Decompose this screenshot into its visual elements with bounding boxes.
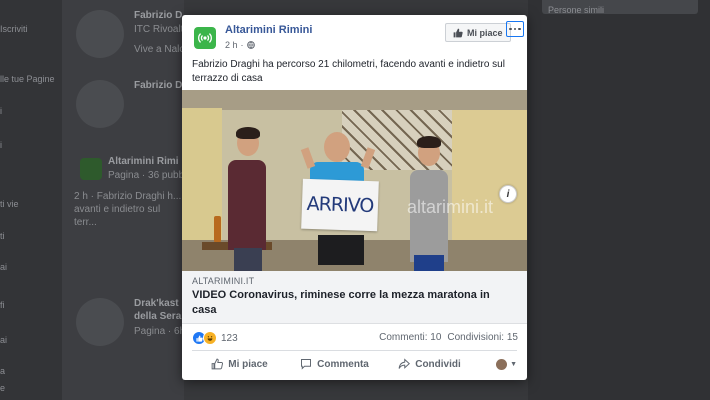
like-button-label: Mi piace <box>228 358 268 370</box>
more-options-button[interactable] <box>506 21 524 37</box>
dot-icon <box>518 27 521 31</box>
viewer-selector[interactable]: ▼ <box>477 358 517 370</box>
viewer-avatar <box>496 358 508 370</box>
meta-separator: · <box>240 40 244 50</box>
link-preview[interactable]: ALTARIMINI.IT VIDEO Coronavirus, rimines… <box>182 271 527 324</box>
sidebar-link[interactable]: ai <box>0 335 7 345</box>
person-center-head <box>324 132 350 162</box>
sidebar-link[interactable]: e <box>0 383 5 393</box>
haha-icon <box>203 331 217 345</box>
feed-post-title[interactable]: Altarimini Rimi <box>108 156 179 167</box>
feed-post-subtitle: ITC Rivoalt <box>134 24 184 35</box>
feed-column: Fabrizio D ITC Rivoalt Vive a Nalco Fabr… <box>62 0 190 400</box>
sidebar-link[interactable]: fi <box>0 300 5 310</box>
avatar[interactable] <box>76 298 124 346</box>
avatar[interactable] <box>76 80 124 128</box>
page-name[interactable]: Altarimini Rimini <box>225 24 312 36</box>
arrivo-sign: ARRIVO <box>301 178 379 232</box>
right-search-label: Persone simili <box>548 5 605 15</box>
like-page-label: Mi piace <box>467 27 503 38</box>
globe-icon[interactable] <box>246 41 255 49</box>
post-caption: Fabrizio Draghi ha percorso 21 chilometr… <box>192 59 505 84</box>
person-right-shorts <box>414 255 444 271</box>
thumbs-up-icon <box>211 358 224 370</box>
person-center-shorts <box>318 235 364 265</box>
dot-icon <box>513 27 517 31</box>
page-logo[interactable] <box>194 27 216 49</box>
left-sidebar: Iscriviti lle tue Pagine i i ti vie ti a… <box>0 0 62 400</box>
person-right-hair <box>417 136 441 148</box>
sidebar-link[interactable]: a <box>0 366 5 376</box>
reaction-count: 123 <box>221 332 238 344</box>
feed-post-title[interactable]: Fabrizio D <box>134 80 182 91</box>
sidebar-link[interactable]: lle tue Pagine <box>0 74 55 84</box>
reaction-summary[interactable]: 123 <box>192 331 238 345</box>
sidebar-link[interactable]: i <box>0 106 2 116</box>
post-video-thumbnail[interactable]: ARRIVO altarimini.it <box>182 90 527 271</box>
share-button[interactable]: Condividi <box>382 358 477 370</box>
feed-post-title[interactable]: Drak'kast <box>134 298 179 309</box>
person-left-hair <box>236 127 260 139</box>
thumbs-up-icon <box>453 28 463 37</box>
sidebar-link[interactable]: i <box>0 140 2 150</box>
avatar[interactable] <box>76 10 124 58</box>
feed-post-extra: 2 h · Fabrizio Draghi h... avanti e indi… <box>74 191 182 228</box>
engagement-counts: Commenti: 10 Condivisioni: 15 <box>379 332 518 343</box>
info-icon[interactable]: i <box>499 185 517 203</box>
share-icon <box>398 358 411 369</box>
link-title[interactable]: VIDEO Coronavirus, riminese corre la mez… <box>192 288 512 318</box>
caret-down-icon: ▼ <box>510 360 517 368</box>
feed-post-subtitle[interactable]: della Sera <box>134 311 181 322</box>
bottle <box>214 216 221 242</box>
person-left-pants <box>234 248 262 271</box>
post-time[interactable]: 2 h <box>225 40 238 50</box>
share-button-label: Condividi <box>415 358 461 370</box>
right-search[interactable]: Persone simili <box>542 0 698 15</box>
dot-icon <box>509 27 512 31</box>
like-button[interactable]: Mi piace <box>192 358 287 370</box>
sidebar-link[interactable]: Iscriviti <box>0 24 28 34</box>
page-avatar[interactable] <box>80 158 102 180</box>
sidebar-link[interactable]: ai <box>0 262 7 272</box>
post-meta: 2 h · <box>225 40 255 50</box>
shares-count[interactable]: Condivisioni: 15 <box>447 332 518 343</box>
feed-post-subtitle: Pagina · 36 pubbl. <box>108 170 190 181</box>
feed-post-title[interactable]: Fabrizio D <box>134 10 182 21</box>
like-page-button[interactable]: Mi piace <box>445 23 511 42</box>
comments-count[interactable]: Commenti: 10 <box>379 332 441 343</box>
feed-post-extra: Pagina · 6h <box>134 326 186 337</box>
person-center-arm <box>300 147 316 169</box>
comment-button[interactable]: Commenta <box>287 358 382 370</box>
sidebar-link[interactable]: ti <box>0 231 5 241</box>
link-domain: ALTARIMINI.IT <box>192 276 255 286</box>
post-card: Altarimini Rimini 2 h · Mi piace Fabrizi… <box>182 15 527 380</box>
right-column: Persone simili <box>528 0 710 400</box>
action-bar: Mi piace Commenta Condividi ▼ <box>192 350 517 377</box>
pergola-beam <box>182 90 527 110</box>
broadcast-icon <box>198 33 212 43</box>
sidebar-link[interactable]: ti vie <box>0 199 19 209</box>
person-left <box>228 160 266 250</box>
video-watermark: altarimini.it <box>407 197 494 217</box>
comment-icon <box>301 359 312 370</box>
comment-button-label: Commenta <box>317 358 369 370</box>
